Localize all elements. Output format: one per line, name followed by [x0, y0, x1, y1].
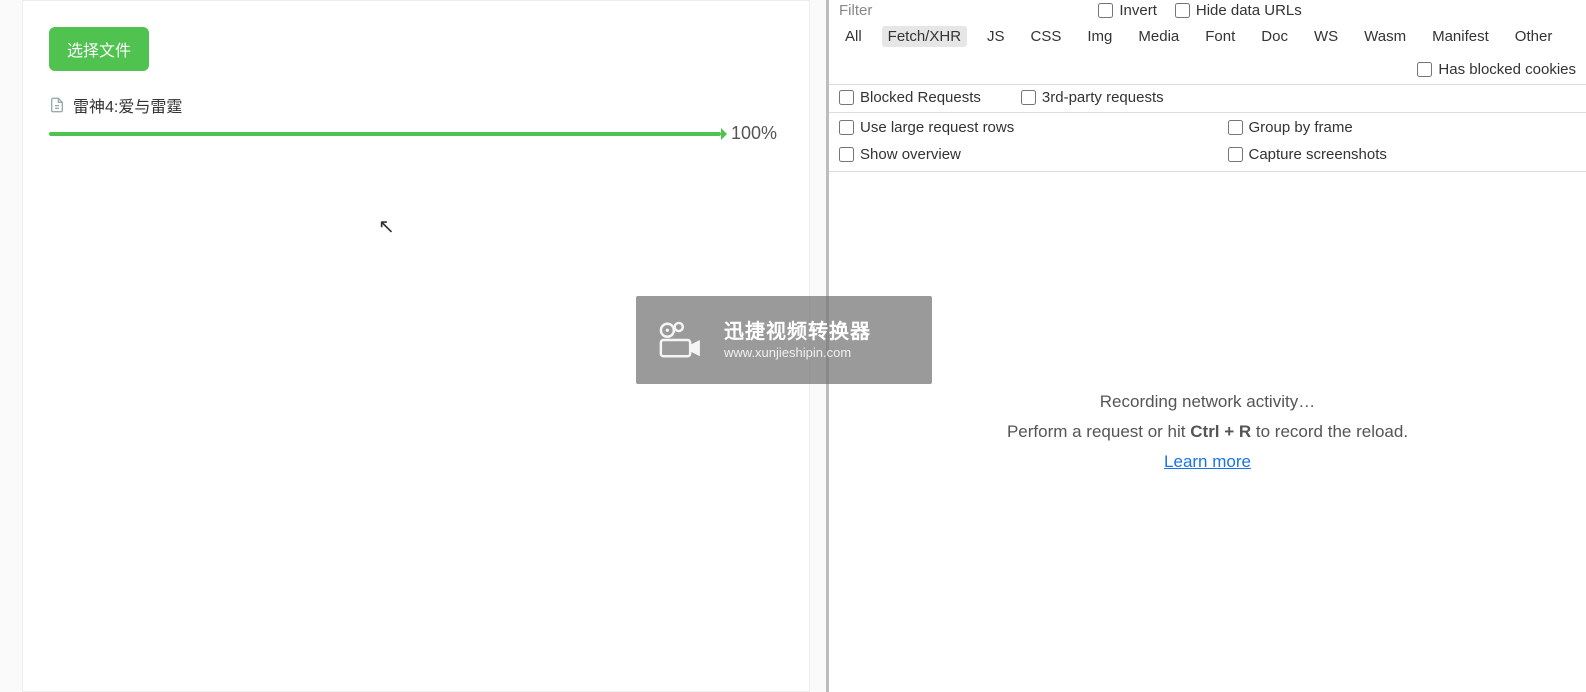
invert-checkbox-input[interactable]	[1098, 3, 1113, 18]
type-filter-fetch-xhr[interactable]: Fetch/XHR	[882, 26, 967, 47]
capture-screenshots-checkbox[interactable]: Capture screenshots	[1228, 146, 1577, 163]
group-by-frame-checkbox[interactable]: Group by frame	[1228, 119, 1577, 136]
third-party-requests-checkbox[interactable]: 3rd-party requests	[1021, 89, 1164, 106]
file-name: 雷神4:爱与雷霆	[73, 93, 182, 117]
filter-label: Filter	[839, 2, 872, 19]
type-filter-other[interactable]: Other	[1509, 26, 1559, 47]
progress-percent: 100%	[731, 123, 783, 144]
network-type-filters: All Fetch/XHR JS CSS Img Media Font Doc …	[829, 22, 1586, 84]
filter-input[interactable]	[890, 2, 1080, 19]
type-filter-ws[interactable]: WS	[1308, 26, 1344, 47]
use-large-rows-label: Use large request rows	[860, 119, 1014, 136]
has-blocked-cookies-checkbox-input[interactable]	[1417, 62, 1432, 77]
group-by-frame-label: Group by frame	[1249, 119, 1353, 136]
type-filter-media[interactable]: Media	[1132, 26, 1185, 47]
empty-state-sub-before: Perform a request or hit	[1007, 422, 1190, 441]
upload-page: 选择文件 雷神4:爱与雷霆 100% ↖	[0, 0, 826, 692]
type-filter-img[interactable]: Img	[1081, 26, 1118, 47]
type-filter-doc[interactable]: Doc	[1255, 26, 1294, 47]
hide-data-urls-checkbox[interactable]: Hide data URLs	[1175, 2, 1302, 19]
empty-state-sub-after: to record the reload.	[1251, 422, 1408, 441]
invert-label: Invert	[1119, 2, 1157, 19]
network-extra-filters: Blocked Requests 3rd-party requests	[829, 84, 1586, 112]
type-filter-all[interactable]: All	[839, 26, 868, 47]
capture-screenshots-checkbox-input[interactable]	[1228, 147, 1243, 162]
group-by-frame-checkbox-input[interactable]	[1228, 120, 1243, 135]
devtools-network-panel: Filter Invert Hide data URLs All Fetch/X…	[826, 0, 1586, 692]
empty-state-headline: Recording network activity…	[1100, 392, 1315, 412]
upload-card: 选择文件 雷神4:爱与雷霆 100%	[22, 0, 810, 692]
type-filter-css[interactable]: CSS	[1025, 26, 1068, 47]
choose-file-button[interactable]: 选择文件	[49, 27, 149, 71]
network-toolbar: Filter Invert Hide data URLs	[829, 0, 1586, 22]
blocked-requests-checkbox-input[interactable]	[839, 90, 854, 105]
blocked-requests-checkbox[interactable]: Blocked Requests	[839, 89, 981, 106]
type-filter-wasm[interactable]: Wasm	[1358, 26, 1412, 47]
third-party-requests-label: 3rd-party requests	[1042, 89, 1164, 106]
network-empty-state: Recording network activity… Perform a re…	[829, 172, 1586, 692]
type-filter-manifest[interactable]: Manifest	[1426, 26, 1495, 47]
show-overview-checkbox[interactable]: Show overview	[839, 146, 1188, 163]
blocked-requests-label: Blocked Requests	[860, 89, 981, 106]
progress-bar	[49, 132, 721, 136]
file-row: 雷神4:爱与雷霆	[49, 93, 783, 117]
type-filter-font[interactable]: Font	[1199, 26, 1241, 47]
capture-screenshots-label: Capture screenshots	[1249, 146, 1387, 163]
network-view-options: Use large request rows Group by frame Sh…	[829, 112, 1586, 172]
show-overview-checkbox-input[interactable]	[839, 147, 854, 162]
empty-state-shortcut: Ctrl + R	[1190, 422, 1251, 441]
has-blocked-cookies-label: Has blocked cookies	[1438, 61, 1576, 78]
progress-bar-tip	[721, 128, 727, 140]
hide-data-urls-checkbox-input[interactable]	[1175, 3, 1190, 18]
empty-state-sub: Perform a request or hit Ctrl + R to rec…	[1007, 422, 1408, 442]
learn-more-link[interactable]: Learn more	[1164, 452, 1251, 472]
invert-checkbox[interactable]: Invert	[1098, 2, 1157, 19]
document-icon	[49, 97, 65, 113]
type-filter-js[interactable]: JS	[981, 26, 1011, 47]
upload-progress: 100%	[49, 123, 783, 144]
use-large-rows-checkbox-input[interactable]	[839, 120, 854, 135]
third-party-requests-checkbox-input[interactable]	[1021, 90, 1036, 105]
use-large-rows-checkbox[interactable]: Use large request rows	[839, 119, 1188, 136]
has-blocked-cookies-checkbox[interactable]: Has blocked cookies	[1417, 61, 1576, 78]
hide-data-urls-label: Hide data URLs	[1196, 2, 1302, 19]
show-overview-label: Show overview	[860, 146, 961, 163]
